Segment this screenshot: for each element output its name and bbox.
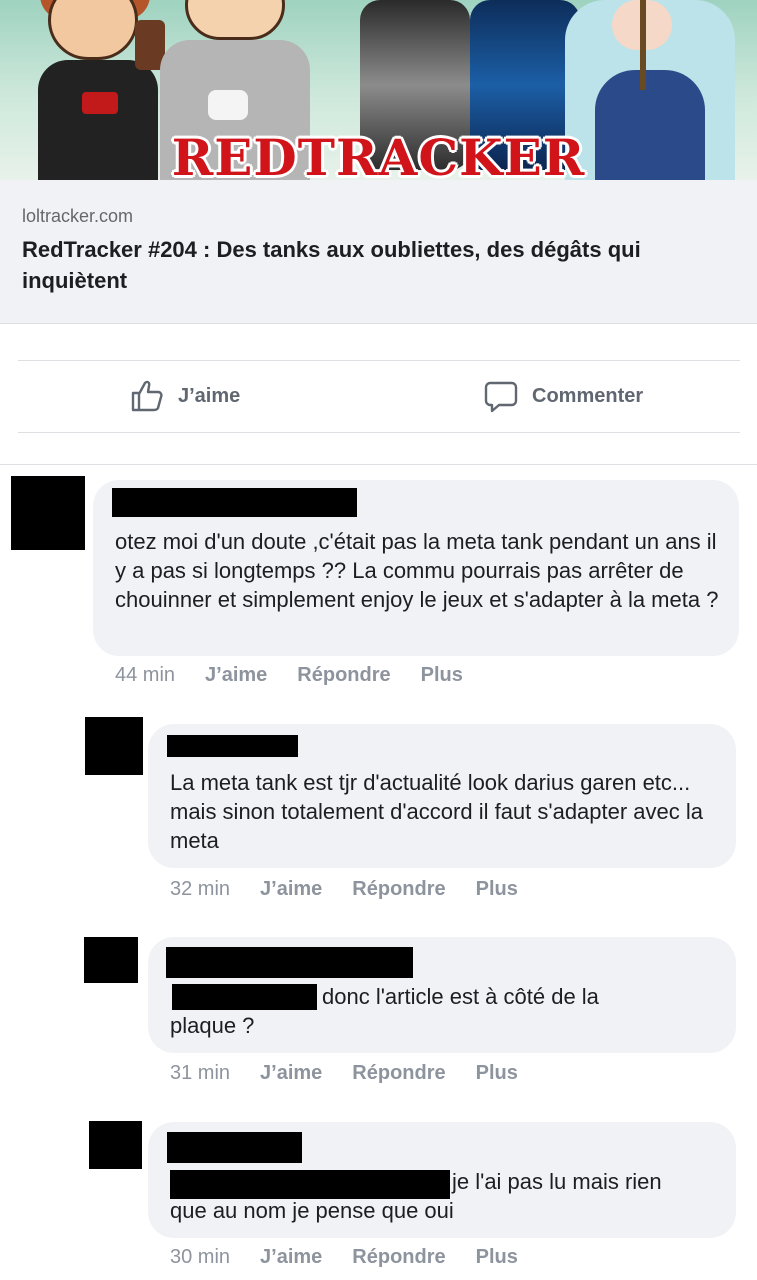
avatar[interactable] xyxy=(89,1121,142,1169)
comment-button[interactable]: Commenter xyxy=(484,376,643,416)
commenter-name-redacted[interactable] xyxy=(166,947,413,978)
comment-text: otez moi d'un doute ,c'était pas la meta… xyxy=(115,529,719,612)
divider xyxy=(18,360,740,361)
link-domain: loltracker.com xyxy=(22,206,134,226)
avatar[interactable] xyxy=(85,717,143,775)
thumbs-up-icon xyxy=(130,379,164,413)
comment-meta: 30 min J’aime Répondre Plus xyxy=(170,1246,548,1269)
divider xyxy=(0,464,757,465)
banner-character-head xyxy=(48,0,138,60)
comment-like-link[interactable]: J’aime xyxy=(260,1062,322,1085)
avatar[interactable] xyxy=(11,476,85,550)
commenter-name-redacted[interactable] xyxy=(167,735,298,757)
comment-bubble-icon xyxy=(484,379,518,413)
comment-like-link[interactable]: J’aime xyxy=(205,664,267,687)
banner-character-head xyxy=(185,0,285,40)
article-banner-image[interactable]: REDTRACKER xyxy=(0,0,757,180)
comment-text: plaque ? xyxy=(170,1013,255,1038)
comment-button-label: Commenter xyxy=(532,384,644,407)
comment-like-link[interactable]: J’aime xyxy=(260,1246,322,1269)
comment-meta: 32 min J’aime Répondre Plus xyxy=(170,878,548,901)
tagged-user-redacted[interactable] xyxy=(172,984,317,1010)
comment-text: je l'ai pas lu mais rien xyxy=(452,1169,662,1194)
comment-more-link[interactable]: Plus xyxy=(476,878,518,901)
banner-staff xyxy=(640,0,646,90)
comment-text: que au nom je pense que oui xyxy=(170,1198,454,1223)
comment-more-link[interactable]: Plus xyxy=(476,1246,518,1269)
banner-title: REDTRACKER xyxy=(171,128,586,180)
comment-time[interactable]: 32 min xyxy=(170,878,230,901)
link-title[interactable]: RedTracker #204 : Des tanks aux oubliett… xyxy=(22,234,737,296)
like-button-label: J’aime xyxy=(178,384,241,407)
commenter-name-redacted[interactable] xyxy=(112,488,357,517)
comment-reply-link[interactable]: Répondre xyxy=(352,878,445,901)
comment-text: donc l'article est à côté de la xyxy=(322,984,599,1009)
comment-more-link[interactable]: Plus xyxy=(476,1062,518,1085)
comment-like-link[interactable]: J’aime xyxy=(260,878,322,901)
comment-time[interactable]: 44 min xyxy=(115,664,175,687)
comment-reply-link[interactable]: Répondre xyxy=(352,1062,445,1085)
avatar[interactable] xyxy=(84,937,138,983)
comment-meta: 31 min J’aime Répondre Plus xyxy=(170,1062,548,1085)
commenter-name-redacted[interactable] xyxy=(167,1132,302,1163)
comment-more-link[interactable]: Plus xyxy=(421,664,463,687)
like-button[interactable]: J’aime xyxy=(130,376,240,416)
divider xyxy=(18,432,740,433)
tagged-user-redacted[interactable] xyxy=(170,1170,450,1199)
banner-shirt-logo xyxy=(208,90,248,120)
comment-time[interactable]: 31 min xyxy=(170,1062,230,1085)
comment-text: La meta tank est tjr d'actualité look da… xyxy=(170,770,704,853)
banner-shirt-logo xyxy=(82,92,118,114)
comment-time[interactable]: 30 min xyxy=(170,1246,230,1269)
comment-reply-link[interactable]: Répondre xyxy=(352,1246,445,1269)
comment-meta: 44 min J’aime Répondre Plus xyxy=(115,664,493,687)
comment-reply-link[interactable]: Répondre xyxy=(297,664,390,687)
